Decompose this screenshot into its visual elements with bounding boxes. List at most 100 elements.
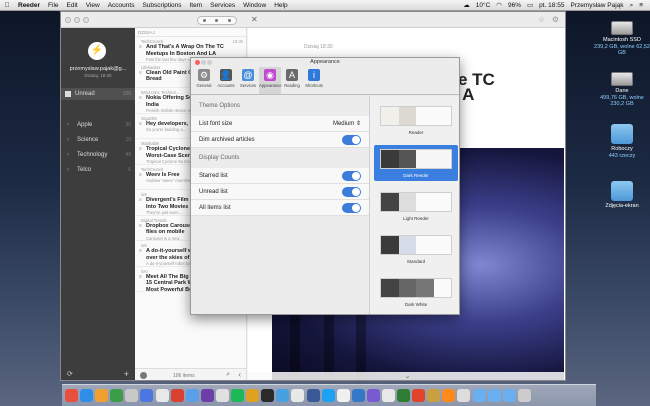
apple-menu-icon[interactable]:  (0, 0, 14, 11)
dock-app-icon[interactable] (170, 389, 184, 402)
refresh-icon[interactable]: ⟳ (67, 370, 73, 378)
desktop-item-roboczy[interactable]: Roboczy 443 rzeczy (594, 124, 650, 159)
menu-window[interactable]: Window (239, 0, 270, 11)
sidebar-item-apple[interactable]: Apple 30 (61, 118, 135, 133)
desktop-item-dane[interactable]: Dane 499,76 GB, wolne 230,2 GB (594, 68, 650, 108)
menu-reeder[interactable]: Reeder (14, 0, 44, 11)
dock-app-icon[interactable] (110, 389, 124, 402)
theme-option-dark-reeder[interactable]: Dark Reeder (374, 145, 458, 181)
menu-item[interactable]: Item (186, 0, 207, 11)
dock-app-icon[interactable] (261, 389, 275, 402)
view-mode-option[interactable] (228, 19, 232, 22)
back-icon[interactable]: ‹ (238, 370, 241, 379)
window-zoom-button[interactable] (83, 17, 89, 23)
dock-app-icon[interactable] (65, 389, 78, 402)
dock-app-icon[interactable] (215, 389, 229, 402)
sidebar-item-science[interactable]: Science 10 (61, 133, 135, 148)
tab-reading[interactable]: A Reading (281, 67, 303, 94)
dock-app-icon[interactable] (321, 389, 335, 402)
dock-app-icon[interactable] (231, 389, 245, 402)
folder-count: 30 (125, 122, 131, 128)
window-minimize-button[interactable] (74, 17, 80, 23)
sidebar-item-telco[interactable]: Telco 6 (61, 163, 135, 178)
menu-accounts[interactable]: Accounts (104, 0, 139, 11)
dialog-minimize-button[interactable] (201, 60, 206, 65)
unread-list-toggle[interactable] (342, 187, 361, 197)
dock-app-icon[interactable] (487, 389, 501, 402)
dock-app-icon[interactable] (457, 389, 471, 402)
sidebar-item-technology[interactable]: Technology 49 (61, 148, 135, 163)
wifi-icon[interactable]: ◠ (493, 0, 505, 11)
battery-icon[interactable]: ▭ (524, 0, 536, 11)
weather-icon[interactable]: ☁ (460, 0, 473, 11)
tab-shortcuts[interactable]: i Shortcuts (303, 67, 325, 94)
desktop-item-zdjecia-ekran[interactable]: Zdjęcia-ekran (594, 181, 650, 210)
dock-app-icon[interactable] (472, 389, 486, 402)
menu-view[interactable]: View (82, 0, 104, 11)
theme-option-standard[interactable]: Standard (374, 231, 458, 267)
dock-app-icon[interactable] (336, 389, 350, 402)
dock-app-icon[interactable] (140, 389, 154, 402)
dock-app-icon[interactable] (276, 389, 290, 402)
tab-appearance[interactable]: ◉ Appearance (259, 67, 282, 94)
dock-app-icon[interactable] (200, 389, 214, 402)
scroll-down-icon[interactable]: ⌄ (248, 372, 565, 380)
dialog-title: Appearance (310, 59, 340, 65)
clock[interactable]: pt. 18:55 (536, 0, 567, 11)
tab-general[interactable]: ⚙ General (193, 67, 215, 94)
dock-app-icon[interactable] (306, 389, 320, 402)
mark-all-read-icon[interactable] (140, 372, 147, 379)
list-font-size-select[interactable]: Medium ⇕ (333, 116, 361, 132)
temperature[interactable]: 10°C (473, 0, 494, 11)
search-icon[interactable]: ⌕ (226, 371, 230, 379)
dock-app-icon[interactable] (291, 389, 305, 402)
tab-services[interactable]: @ Services (237, 67, 259, 94)
star-icon[interactable]: ☆ (538, 15, 545, 24)
all-items-list-toggle[interactable] (342, 203, 361, 213)
dialog-close-button[interactable] (195, 60, 200, 65)
menu-help[interactable]: Help (270, 0, 291, 11)
theme-option-light-reeder[interactable]: Light Reeder (374, 188, 458, 224)
dock-app-icon[interactable] (185, 389, 199, 402)
close-article-icon[interactable]: ✕ (251, 15, 258, 24)
starred-list-row: Starred list (191, 168, 369, 184)
battery-percent[interactable]: 96% (505, 0, 524, 11)
menu-edit[interactable]: Edit (63, 0, 82, 11)
dock-app-icon[interactable] (125, 389, 139, 402)
dock-app-icon[interactable] (412, 389, 426, 402)
account-name[interactable]: przemyslaw.pajak@g... (61, 66, 135, 72)
dock-app-icon[interactable] (381, 389, 395, 402)
add-feed-icon[interactable]: + (124, 369, 129, 379)
dock-app-icon[interactable] (397, 389, 411, 402)
desktop-item-macintosh-ssd[interactable]: Macintosh SSD 239,2 GB, wolne 62,52 GB (594, 17, 650, 57)
dock-app-icon[interactable] (246, 389, 260, 402)
user-name[interactable]: Przemysław Pająk (567, 0, 626, 11)
gear-icon[interactable]: ⚙ (552, 15, 559, 24)
row-label: Starred list (199, 173, 228, 179)
view-mode-option[interactable] (215, 19, 219, 22)
theme-option-dark-white[interactable]: Dark White (374, 274, 458, 310)
sidebar-item-unread[interactable]: Unread 106 (61, 88, 135, 100)
menu-subscriptions[interactable]: Subscriptions (138, 0, 185, 11)
spotlight-icon[interactable]: ⌕ (627, 0, 637, 11)
menu-file[interactable]: File (44, 0, 62, 11)
dock-app-icon[interactable] (351, 389, 365, 402)
dock-app-icon[interactable] (155, 389, 169, 402)
starred-list-toggle[interactable] (342, 171, 361, 181)
dock-app-icon[interactable] (502, 389, 516, 402)
view-mode-segmented-control[interactable] (197, 16, 237, 25)
tab-accounts[interactable]: 👤 Accounts (215, 67, 237, 94)
dim-archived-toggle[interactable] (342, 135, 361, 145)
notification-icon[interactable]: ≡ (636, 0, 646, 11)
dock-app-icon[interactable] (517, 389, 531, 402)
dock-app-icon[interactable] (95, 389, 109, 402)
dock-app-icon[interactable] (442, 389, 456, 402)
window-close-button[interactable] (65, 17, 71, 23)
view-mode-option[interactable] (202, 19, 206, 22)
dock-app-icon[interactable] (80, 389, 94, 402)
dock-app-icon[interactable] (366, 389, 380, 402)
menu-services[interactable]: Services (206, 0, 239, 11)
dock-app-icon[interactable] (427, 389, 441, 402)
dialog-zoom-button[interactable] (207, 60, 212, 65)
theme-option-reader[interactable]: Reader (374, 102, 458, 138)
